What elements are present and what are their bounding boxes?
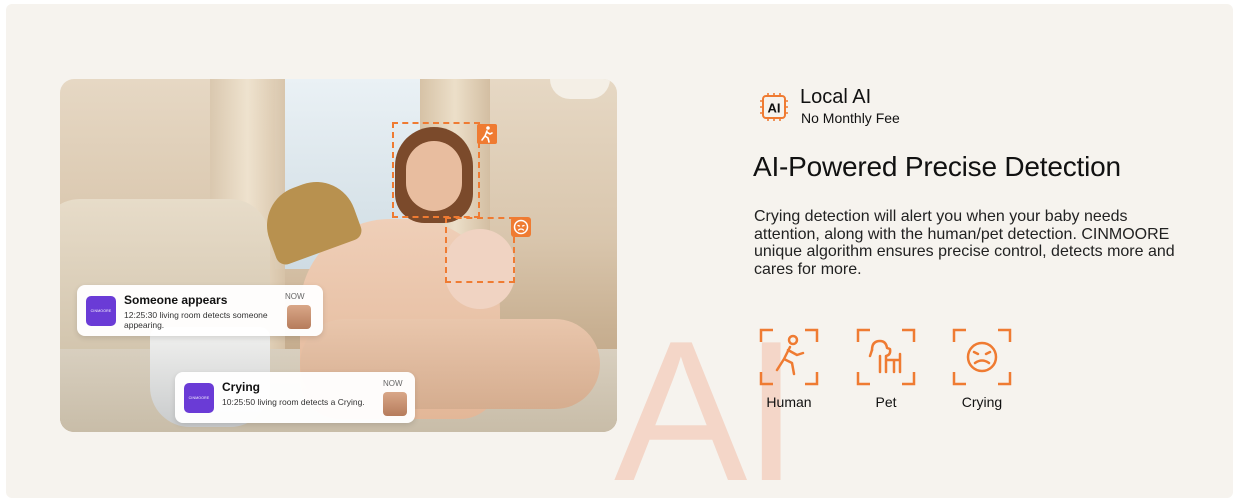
description: Crying detection will alert you when you… bbox=[754, 208, 1175, 278]
feature-pet: Pet bbox=[851, 326, 921, 410]
feature-label: Human bbox=[766, 394, 812, 410]
feature-crying: Crying bbox=[947, 326, 1017, 410]
notification-thumbnail bbox=[287, 305, 311, 329]
app-logo: CINMOORE bbox=[86, 296, 116, 326]
notification-title: Crying bbox=[222, 380, 261, 394]
headline: AI-Powered Precise Detection bbox=[753, 151, 1121, 182]
person-walking-icon bbox=[477, 124, 497, 144]
product-photo: CINMOORE Someone appears NOW 12:25:30 li… bbox=[60, 79, 617, 432]
crying-icon bbox=[950, 326, 1014, 388]
notification-message: 12:25:30 living room detects someone app… bbox=[124, 310, 268, 330]
feature-label: Pet bbox=[875, 394, 897, 410]
notification-message: 10:25:50 living room detects a Crying. bbox=[222, 397, 365, 407]
crying-face-icon bbox=[511, 217, 531, 237]
feature-human: Human bbox=[754, 326, 824, 410]
ai-chip-icon: AI bbox=[758, 91, 790, 123]
badge-title: Local AI bbox=[800, 86, 872, 108]
pet-icon bbox=[854, 326, 918, 388]
app-logo: CINMOORE bbox=[184, 383, 214, 413]
notification-crying[interactable]: CINMOORE Crying NOW 10:25:50 living room… bbox=[175, 372, 415, 423]
feature-label: Crying bbox=[961, 394, 1003, 410]
notification-time: NOW bbox=[285, 292, 305, 301]
badge-subtitle: No Monthly Fee bbox=[801, 110, 900, 126]
human-icon bbox=[757, 326, 821, 388]
notification-title: Someone appears bbox=[124, 293, 228, 307]
notification-someone-appears[interactable]: CINMOORE Someone appears NOW 12:25:30 li… bbox=[77, 285, 323, 336]
baby-detection-box bbox=[445, 217, 515, 283]
notification-time: NOW bbox=[383, 379, 403, 388]
feature-card: CINMOORE Someone appears NOW 12:25:30 li… bbox=[6, 4, 1233, 498]
svg-text:AI: AI bbox=[768, 101, 781, 116]
person-detection-box bbox=[392, 122, 480, 218]
notification-thumbnail bbox=[383, 392, 407, 416]
